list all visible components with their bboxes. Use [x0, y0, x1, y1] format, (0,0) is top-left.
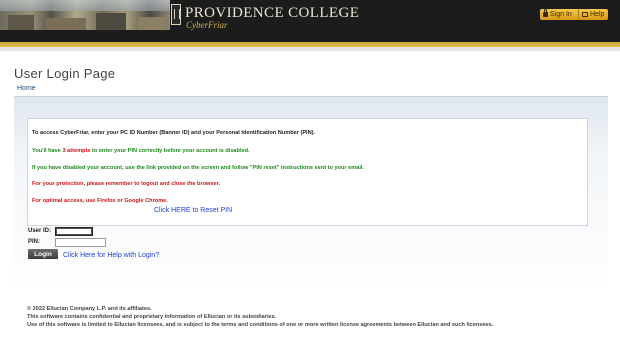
- footer-license: Use of this software is limited to Elluc…: [27, 322, 494, 328]
- user-id-input[interactable]: [55, 227, 93, 236]
- header: PROVIDENCE COLLEGE CyberFriar Sign In He…: [0, 0, 620, 30]
- intro-message: To access CyberFriar, enter your PC ID N…: [32, 130, 316, 136]
- login-button[interactable]: Login: [28, 249, 58, 259]
- campus-banner-image: [0, 0, 170, 30]
- gold-divider-bar: [0, 30, 620, 47]
- footer-copyright: © 2022 Ellucian Company L.P. and its aff…: [27, 306, 152, 312]
- pin-label: PIN:: [28, 239, 40, 245]
- attempts-count: 3 attempts: [62, 148, 91, 154]
- pin-input[interactable]: [55, 238, 106, 247]
- footer: © 2022 Ellucian Company L.P. and its aff…: [27, 305, 493, 329]
- portal-subtitle: CyberFriar: [186, 20, 228, 30]
- login-instructions-box: To access CyberFriar, enter your PC ID N…: [27, 118, 588, 226]
- disabled-account-message: If you have disabled your account, use t…: [32, 165, 364, 171]
- login-help-link[interactable]: Click Here for Help with Login?: [63, 252, 159, 259]
- sign-in-button[interactable]: Sign In: [540, 9, 578, 20]
- footer-confidential: This software contains confidential and …: [27, 314, 277, 320]
- college-seal-logo: [171, 4, 181, 25]
- sign-in-label: Sign In: [550, 11, 572, 18]
- header-buttons: Sign In Help: [540, 9, 608, 20]
- user-id-label: User ID:: [28, 228, 52, 234]
- logout-reminder-message: For your protection, please remember to …: [32, 181, 221, 187]
- page-title: User Login Page: [14, 66, 116, 81]
- breadcrumb-home-link[interactable]: Home: [17, 85, 36, 92]
- help-label: Help: [590, 11, 605, 18]
- reset-pin-link[interactable]: Click HERE to Reset PIN: [154, 207, 232, 214]
- help-button[interactable]: Help: [578, 9, 608, 20]
- help-icon: [582, 12, 588, 17]
- attempts-message: You'll have 3 attempts to enter your PIN…: [32, 148, 250, 154]
- lock-icon: [543, 9, 548, 17]
- browser-recommendation-message: For optimal access, use Firefox or Googl…: [32, 198, 168, 204]
- grey-divider-strip: [0, 47, 620, 51]
